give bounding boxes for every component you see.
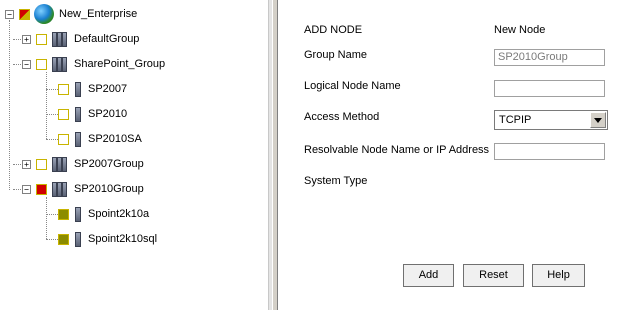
server-group-icon	[51, 31, 69, 48]
checkbox-icon[interactable]	[36, 33, 47, 45]
collapse-root-icon[interactable]: −	[5, 10, 14, 19]
resolvable-node-label: Resolvable Node Name or IP Address	[304, 144, 490, 156]
dropdown-arrow-icon[interactable]	[590, 112, 606, 128]
reset-button[interactable]: Reset	[463, 264, 524, 287]
server-icon	[73, 131, 83, 148]
tree-node-label: Spoint2k10sql	[88, 233, 158, 245]
globe-icon	[34, 4, 54, 24]
checkbox-icon[interactable]	[58, 83, 69, 95]
tree-node-label: SharePoint_Group	[74, 58, 166, 70]
system-type-label: System Type	[304, 175, 368, 187]
server-icon	[73, 106, 83, 123]
access-method-value: TCPIP	[499, 114, 532, 126]
tree-node-label: SP2010	[88, 108, 128, 120]
tree-node-server[interactable]: SP2010	[58, 105, 127, 123]
form-heading-value: New Node	[494, 24, 546, 36]
tree-node-group[interactable]: DefaultGroup	[36, 30, 139, 48]
server-group-icon	[51, 156, 69, 173]
tree-node-group[interactable]: SP2010Group	[36, 180, 144, 198]
add-node-form: ADD NODE New Node Group Name SP2010Group…	[278, 0, 639, 310]
access-method-select[interactable]: TCPIP	[494, 110, 608, 130]
checkbox-icon[interactable]	[58, 133, 69, 145]
tree-node-server[interactable]: SP2010SA	[58, 130, 142, 148]
tree-node-label: SP2010Group	[74, 183, 144, 195]
form-heading: ADD NODE	[304, 24, 363, 36]
tree-connector	[46, 114, 58, 115]
tree-connector	[46, 139, 58, 140]
resolvable-node-input[interactable]	[494, 143, 605, 160]
tree-node-server[interactable]: SP2007	[58, 80, 127, 98]
tree-node-root[interactable]: New_Enterprise	[19, 4, 138, 24]
help-button[interactable]: Help	[532, 264, 585, 287]
checkbox-checked-icon[interactable]	[58, 208, 69, 220]
group-name-label: Group Name	[304, 49, 367, 61]
expand-icon[interactable]: +	[22, 35, 31, 44]
tree-connector	[46, 197, 47, 239]
enterprise-tree: − New_Enterprise + DefaultGroup − ShareP…	[0, 0, 268, 310]
tree-node-label: SP2007	[88, 83, 128, 95]
logical-node-name-label: Logical Node Name	[304, 80, 401, 92]
checkbox-checked-icon[interactable]	[36, 183, 47, 195]
group-name-field: SP2010Group	[494, 49, 605, 66]
checkbox-partial-icon[interactable]	[19, 8, 30, 20]
tree-node-group[interactable]: SharePoint_Group	[36, 55, 165, 73]
server-group-icon	[51, 181, 69, 198]
server-group-icon	[51, 56, 69, 73]
tree-connector	[46, 214, 58, 215]
tree-node-label: Spoint2k10a	[88, 208, 150, 220]
tree-connector	[9, 20, 10, 190]
checkbox-icon[interactable]	[36, 158, 47, 170]
tree-node-server[interactable]: Spoint2k10sql	[58, 230, 157, 248]
expand-icon[interactable]: +	[22, 160, 31, 169]
tree-connector	[46, 72, 47, 139]
collapse-icon[interactable]: −	[22, 60, 31, 69]
server-icon	[73, 206, 83, 223]
tree-node-label: New_Enterprise	[59, 8, 138, 20]
tree-node-server[interactable]: Spoint2k10a	[58, 205, 149, 223]
tree-connector	[46, 89, 58, 90]
add-button[interactable]: Add	[403, 264, 454, 287]
tree-connector	[46, 239, 58, 240]
server-icon	[73, 81, 83, 98]
access-method-label: Access Method	[304, 111, 380, 123]
checkbox-icon[interactable]	[58, 108, 69, 120]
collapse-icon[interactable]: −	[22, 185, 31, 194]
tree-node-group[interactable]: SP2007Group	[36, 155, 144, 173]
checkbox-icon[interactable]	[36, 58, 47, 70]
checkbox-checked-icon[interactable]	[58, 233, 69, 245]
logical-node-name-input[interactable]	[494, 80, 605, 97]
tree-node-label: SP2010SA	[88, 133, 142, 145]
tree-node-label: DefaultGroup	[74, 33, 140, 45]
server-icon	[73, 231, 83, 248]
tree-node-label: SP2007Group	[74, 158, 144, 170]
